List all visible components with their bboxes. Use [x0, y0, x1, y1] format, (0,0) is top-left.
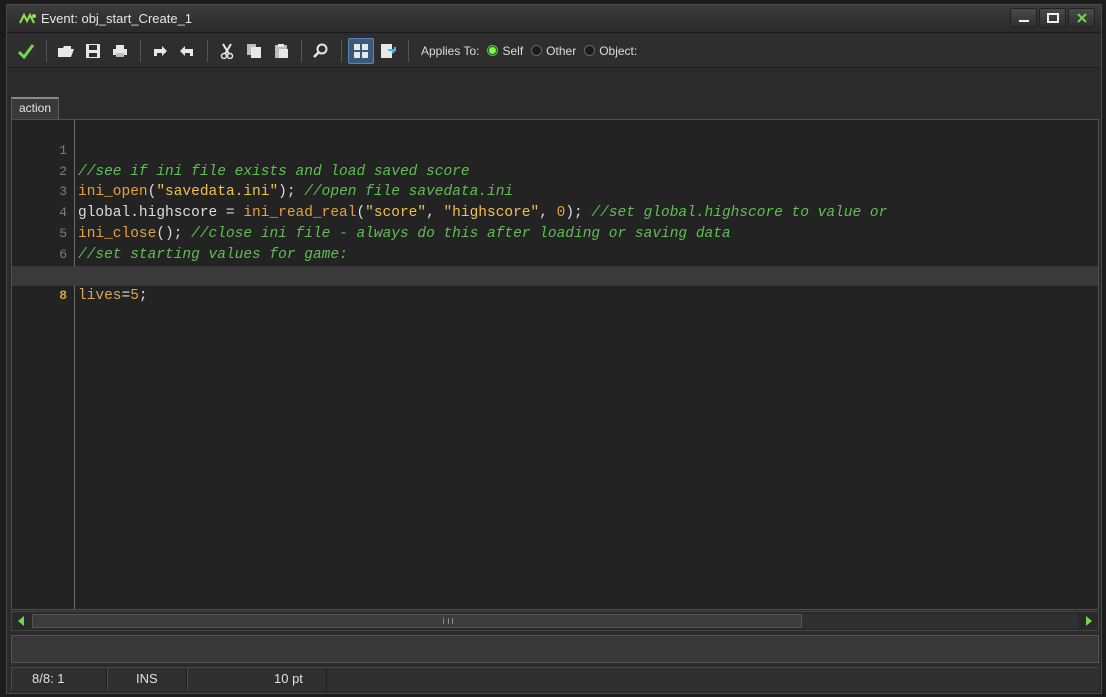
code-line-current[interactable]: 8	[12, 265, 1098, 303]
tab-action[interactable]: action	[11, 97, 60, 119]
radio-unselected-icon	[584, 45, 596, 56]
cut-icon	[220, 42, 234, 59]
status-cursor-position: 8/8: 1	[11, 668, 107, 690]
code-line[interactable]: 3 global.highscore = ini_read_real("scor…	[12, 162, 1098, 221]
toolbar-separator	[207, 39, 208, 62]
code-toggle-button[interactable]	[348, 37, 374, 64]
code-line[interactable]: 5 //set starting values for game:	[12, 203, 1098, 263]
code-line[interactable]: 7 lives=5;	[12, 245, 1098, 305]
toolbar-separator	[140, 39, 141, 62]
toolbar: Applies To: Self Other Object:	[7, 34, 1101, 68]
close-button[interactable]	[1068, 8, 1095, 28]
punct-token: ;	[138, 288, 148, 305]
line-number: 8	[59, 288, 67, 304]
window-title: Event: obj_start_Create_1	[41, 11, 193, 26]
find-button[interactable]	[308, 38, 334, 64]
scroll-left-button[interactable]	[12, 612, 30, 630]
app-logo-icon	[19, 12, 37, 26]
minimize-button[interactable]	[1010, 8, 1037, 28]
paste-icon	[275, 43, 288, 58]
applies-other-radio[interactable]: Other	[531, 44, 576, 58]
code-editor-window: Event: obj_start_Create_1 Applies To: Se…	[6, 4, 1102, 694]
check-icon	[17, 43, 35, 59]
maximize-icon	[1046, 13, 1059, 23]
applies-object-radio[interactable]: Object:	[584, 44, 637, 58]
scroll-right-icon	[1086, 616, 1092, 626]
maximize-button[interactable]	[1039, 8, 1066, 28]
code-line[interactable]: 1 //see if ini file exists and load save…	[12, 120, 1098, 180]
export-icon	[381, 43, 396, 58]
ok-button[interactable]	[13, 38, 39, 64]
find-icon	[313, 43, 328, 58]
applies-other-label: Other	[546, 43, 577, 58]
applies-object-label: Object:	[599, 43, 638, 58]
toolbar-separator	[46, 39, 47, 62]
punct-token: =	[121, 288, 131, 305]
save-icon	[86, 43, 100, 58]
toolbar-separator	[301, 39, 302, 62]
applies-self-label: Self	[502, 43, 524, 58]
number-token: 5	[130, 288, 139, 305]
open-icon	[58, 45, 74, 57]
tab-strip: action	[7, 97, 1101, 119]
copy-button[interactable]	[241, 38, 267, 64]
applies-self-radio[interactable]: Self	[487, 44, 523, 58]
redo-icon	[180, 45, 193, 56]
print-icon	[113, 44, 127, 57]
code-line[interactable]: 6 score=0;	[12, 224, 1098, 284]
status-font-size: 10 pt	[187, 668, 327, 690]
code-lines[interactable]: 1 //see if ini file exists and load save…	[12, 120, 1098, 305]
radio-unselected-icon	[531, 45, 543, 56]
radio-selected-icon	[487, 45, 499, 56]
toolbar-separator	[341, 39, 342, 62]
undo-icon	[154, 45, 167, 56]
grip-icon	[443, 618, 453, 624]
toolbar-separator	[408, 39, 409, 62]
print-button[interactable]	[107, 38, 133, 64]
paste-button[interactable]	[268, 38, 294, 64]
status-insert-mode: INS	[107, 668, 187, 690]
applies-to-label: Applies To:	[421, 43, 480, 58]
save-button[interactable]	[80, 38, 106, 64]
close-icon	[1076, 13, 1087, 23]
horizontal-scrollbar[interactable]	[11, 611, 1099, 631]
scroll-left-icon	[18, 616, 24, 626]
minimize-icon	[1018, 20, 1029, 22]
copy-icon	[247, 43, 261, 58]
scroll-right-button[interactable]	[1080, 612, 1098, 630]
title-bar[interactable]: Event: obj_start_Create_1	[7, 5, 1101, 33]
code-editor[interactable]: 1 //see if ini file exists and load save…	[11, 119, 1099, 610]
export-button[interactable]	[375, 38, 401, 64]
message-panel	[11, 635, 1099, 663]
code-line[interactable]: 2 ini_open("savedata.ini"); //open file …	[12, 141, 1098, 201]
code-toggle-icon	[354, 43, 368, 58]
window-controls	[1010, 8, 1095, 28]
cut-button[interactable]	[214, 38, 240, 64]
line-content: lives=5;	[78, 286, 148, 307]
scroll-thumb[interactable]	[32, 614, 802, 628]
open-button[interactable]	[53, 38, 79, 64]
undo-button[interactable]	[147, 38, 173, 64]
redo-button[interactable]	[174, 38, 200, 64]
variable-token: lives	[78, 288, 122, 305]
code-line[interactable]: 4 ini_close(); //close ini file - always…	[12, 182, 1098, 242]
status-bar: 8/8: 1 INS 10 pt	[11, 667, 1099, 691]
